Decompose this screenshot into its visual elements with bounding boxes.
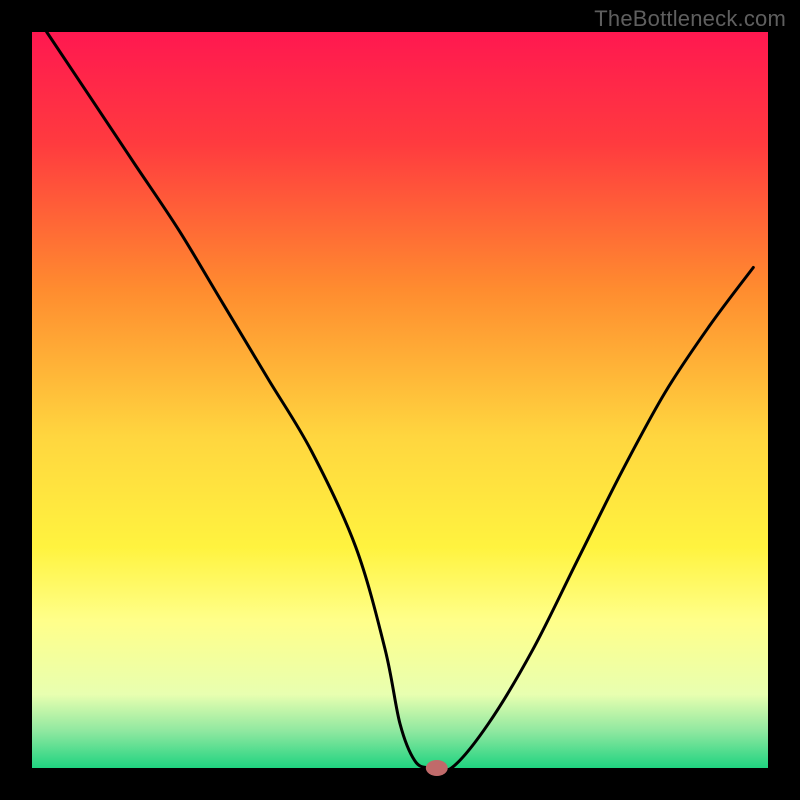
bottleneck-chart	[0, 0, 800, 800]
chart-container: TheBottleneck.com	[0, 0, 800, 800]
plot-background	[32, 32, 768, 768]
watermark-label: TheBottleneck.com	[594, 6, 786, 32]
optimal-marker	[426, 760, 448, 776]
